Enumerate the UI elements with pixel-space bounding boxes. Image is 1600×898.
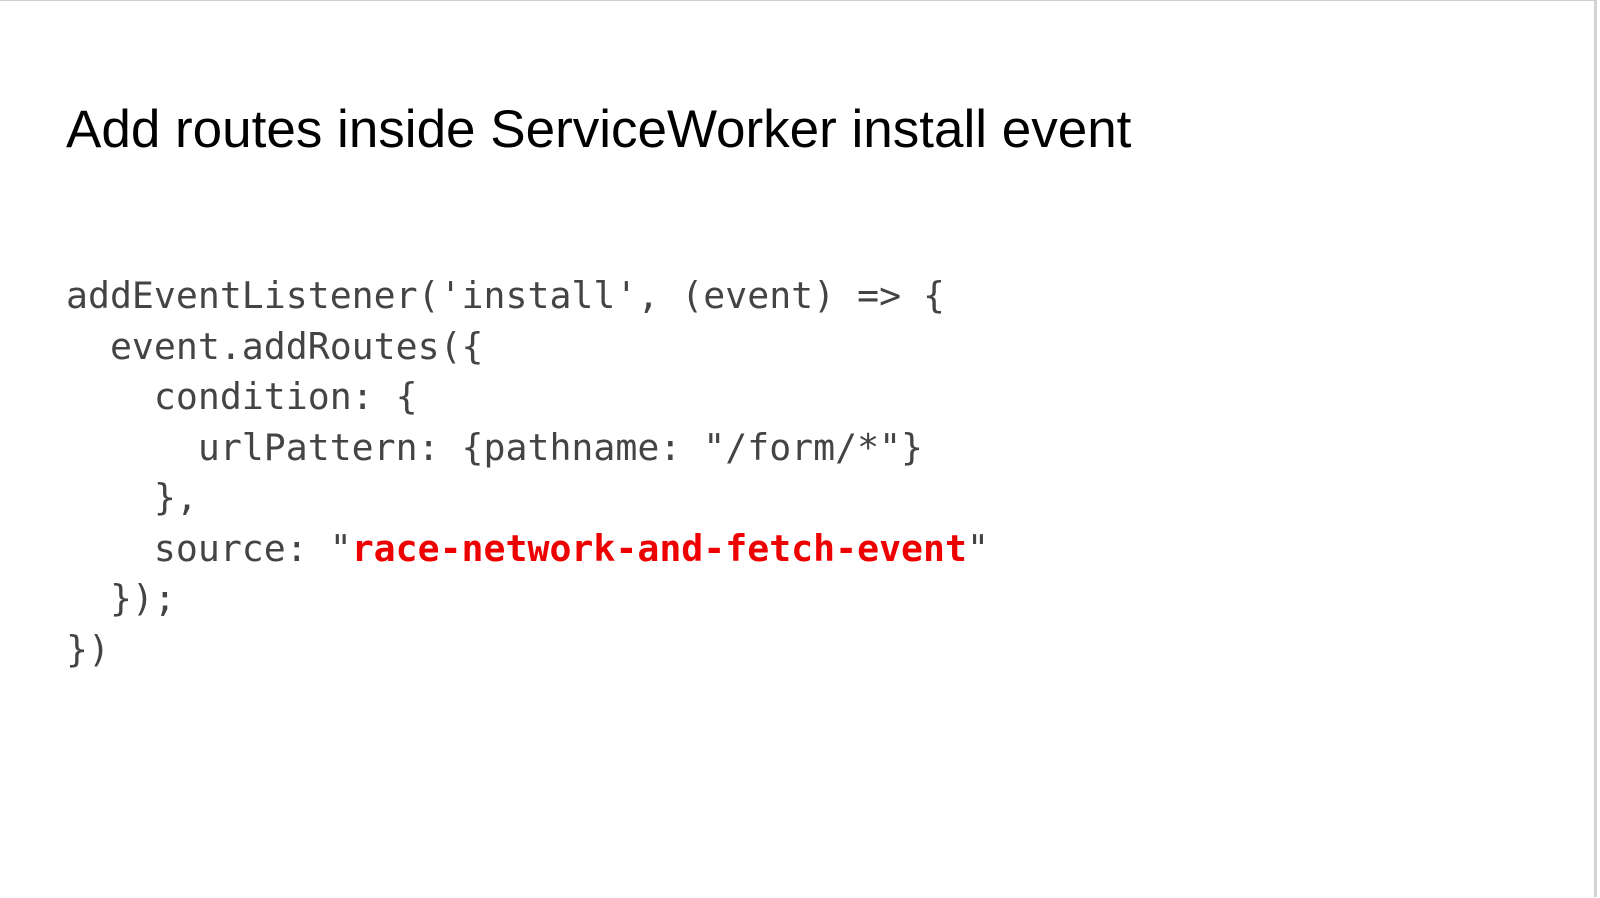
source-key: source: " [66,526,352,570]
slide: Add routes inside ServiceWorker install … [0,0,1597,897]
code-line-3: condition: { [66,375,418,418]
source-value-close-quote: " [966,526,989,570]
code-line-7: }); [66,577,176,620]
code-line-6: source: "race-network-and-fetch-event" [66,524,989,575]
code-line-8: }) [66,627,110,671]
code-line-1: addEventListener('install', (event) => { [66,274,945,317]
slide-title: Add routes inside ServiceWorker install … [66,100,1132,159]
code-line-5: }, [66,476,198,519]
source-value-highlight: race-network-and-fetch-event [351,526,967,570]
code-block: addEventListener('install', (event) => {… [66,271,989,675]
code-line-4: urlPattern: {pathname: "/form/*"} [66,425,924,469]
code-line-2: event.addRoutes({ [66,324,484,368]
